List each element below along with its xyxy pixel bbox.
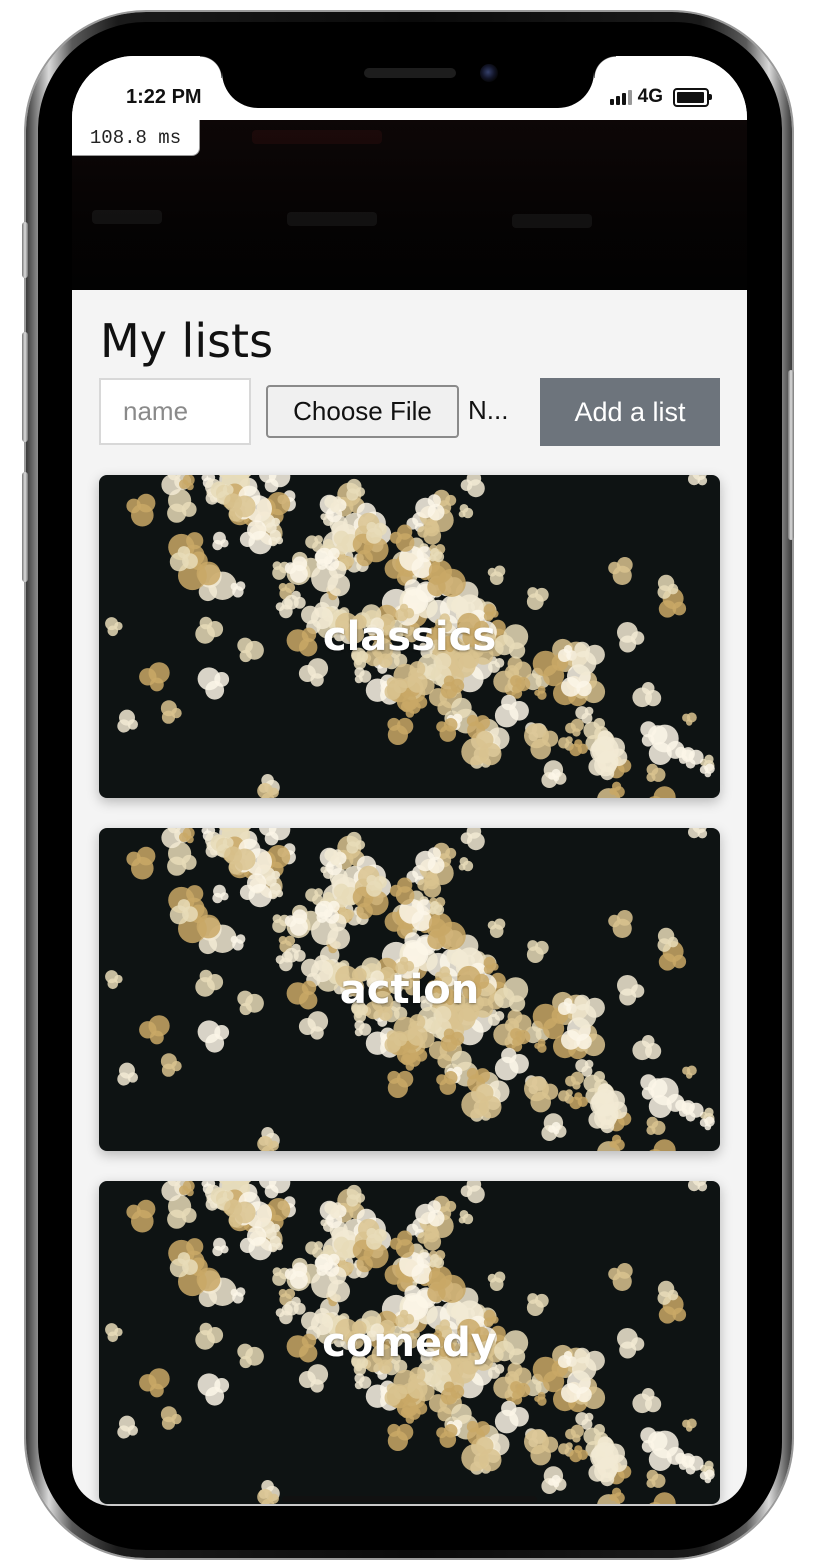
list-card-label: comedy	[322, 1319, 497, 1366]
silent-switch	[22, 222, 28, 278]
phone-screen: 1:22 PM 4G 108.8 ms My lists Choose File…	[72, 56, 747, 1506]
speaker-grille	[364, 68, 456, 78]
notch	[200, 56, 616, 108]
selected-file-name: N...	[468, 395, 509, 425]
power-button	[788, 370, 794, 540]
list-name-input[interactable]	[99, 378, 251, 445]
network-type: 4G	[637, 86, 663, 107]
frame-time-overlay: 108.8 ms	[72, 120, 200, 156]
list-card-classics[interactable]: classics	[99, 475, 720, 798]
choose-file-button[interactable]: Choose File	[266, 385, 459, 438]
add-list-button[interactable]: Add a list	[540, 378, 720, 446]
volume-down-button	[22, 472, 28, 582]
status-bar: 1:22 PM 4G	[72, 56, 747, 120]
status-indicators: 4G	[609, 86, 712, 108]
list-card-action[interactable]: action	[99, 828, 720, 1151]
status-time: 1:22 PM	[126, 86, 202, 108]
page-title: My lists	[100, 314, 274, 368]
list-card-label: action	[339, 966, 480, 1013]
front-camera	[480, 64, 498, 82]
cellular-signal-icon	[609, 89, 632, 105]
battery-icon	[673, 87, 712, 107]
list-card-label: classics	[322, 613, 497, 660]
list-card-comedy[interactable]: comedy	[99, 1181, 720, 1504]
home-indicator	[282, 1496, 537, 1502]
volume-up-button	[22, 332, 28, 442]
